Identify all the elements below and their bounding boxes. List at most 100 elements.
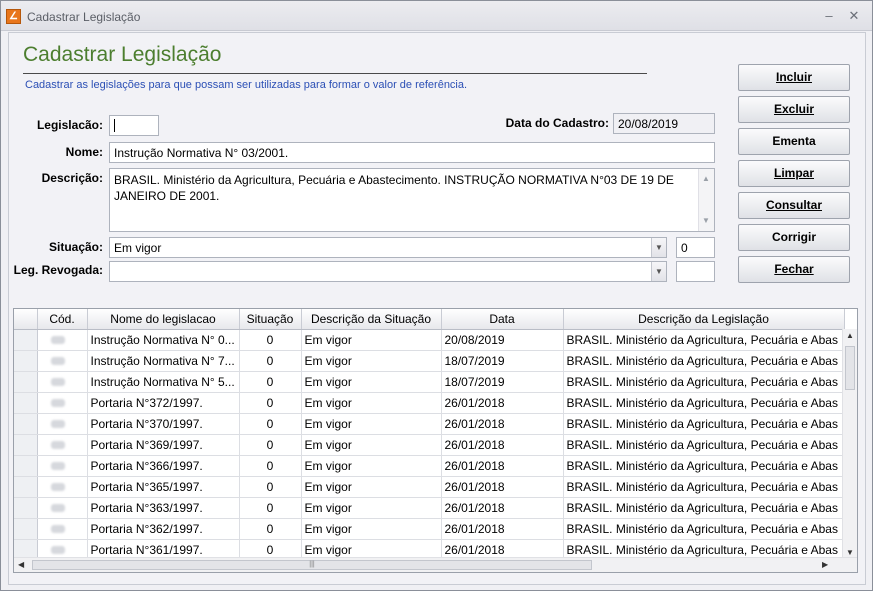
cell-nome: Portaria N°372/1997. — [87, 392, 240, 414]
table-row[interactable]: Portaria N°366/1997. 0 Em vigor 26/01/2018 B… — [14, 455, 845, 477]
nome-label: Nome: — [65, 145, 103, 159]
limpar-button[interactable]: Limpar — [738, 160, 850, 187]
cell-data: 26/01/2018 — [441, 392, 564, 414]
cell-situacao: 0 — [239, 413, 302, 435]
cell-descricao-situacao: Em vigor — [301, 518, 442, 540]
leg-revogada-select[interactable]: ▼ — [109, 261, 667, 282]
cell-descricao-situacao: Em vigor — [301, 476, 442, 498]
incluir-button[interactable]: Incluir — [738, 64, 850, 91]
cell-nome: Portaria N°369/1997. — [87, 434, 240, 456]
fechar-button[interactable]: Fechar — [738, 256, 850, 283]
table-row[interactable]: Portaria N°362/1997. 0 Em vigor 26/01/2018 B… — [14, 518, 845, 540]
table-row[interactable]: Portaria N°370/1997. 0 Em vigor 26/01/2018 B… — [14, 413, 845, 435]
cell-data: 20/08/2019 — [441, 329, 564, 351]
cell-nome: Instrução Normativa N° 5... — [87, 371, 240, 393]
obscured-code — [50, 356, 65, 365]
situacao-select[interactable]: Em vigor ▼ — [109, 237, 667, 258]
row-selector[interactable] — [14, 434, 38, 456]
cell-nome: Portaria N°370/1997. — [87, 413, 240, 435]
consultar-button[interactable]: Consultar — [738, 192, 850, 219]
grid-vertical-scrollbar[interactable]: ▲ ▼ — [842, 329, 857, 559]
cell-descricao-legislacao: BRASIL. Ministério da Agricultura, Pecuá… — [563, 497, 845, 519]
close-button[interactable]: ✕ — [844, 7, 864, 25]
cell-situacao: 0 — [239, 329, 302, 351]
minimize-button[interactable]: – — [819, 7, 839, 25]
cell-descricao-legislacao: BRASIL. Ministério da Agricultura, Pecuá… — [563, 413, 845, 435]
scroll-down-icon[interactable]: ▼ — [846, 548, 854, 557]
excluir-button[interactable]: Excluir — [738, 96, 850, 123]
column-header-data[interactable]: Data — [441, 309, 564, 330]
row-selector[interactable] — [14, 329, 38, 351]
leg-revogada-label: Leg. Revogada: — [13, 263, 103, 277]
cell-situacao: 0 — [239, 392, 302, 414]
table-row[interactable]: Portaria N°369/1997. 0 Em vigor 26/01/2018 B… — [14, 434, 845, 456]
row-selector[interactable] — [14, 476, 38, 498]
cell-data: 26/01/2018 — [441, 413, 564, 435]
scrollbar-thumb[interactable]: ||| — [32, 560, 592, 570]
column-header-cod[interactable]: Cód. — [37, 309, 88, 330]
scroll-up-icon[interactable]: ▲ — [846, 331, 854, 340]
legislacao-input[interactable] — [109, 115, 159, 136]
chevron-down-icon[interactable]: ▼ — [651, 238, 666, 257]
cell-data: 26/01/2018 — [441, 434, 564, 456]
grid-header-row: Cód. Nome do legislacao Situação Descriç… — [14, 309, 845, 330]
column-header-descricao-legislacao[interactable]: Descrição da Legislação — [563, 309, 845, 330]
cell-data: 26/01/2018 — [441, 476, 564, 498]
cell-descricao-legislacao: BRASIL. Ministério da Agricultura, Pecuá… — [563, 329, 845, 351]
row-selector[interactable] — [14, 518, 38, 540]
descricao-textarea[interactable]: BRASIL. Ministério da Agricultura, Pecuá… — [109, 168, 715, 232]
cell-descricao-legislacao: BRASIL. Ministério da Agricultura, Pecuá… — [563, 371, 845, 393]
leg-revogada-code-field[interactable] — [676, 261, 715, 282]
cell-cod — [37, 497, 88, 519]
obscured-code — [50, 398, 65, 407]
table-row[interactable]: Instrução Normativa N° 0... 0 Em vigor 20/0… — [14, 329, 845, 351]
cell-nome: Instrução Normativa N° 0... — [87, 329, 240, 351]
cell-descricao-legislacao: BRASIL. Ministério da Agricultura, Pecuá… — [563, 434, 845, 456]
row-selector[interactable] — [14, 392, 38, 414]
table-row[interactable]: Instrução Normativa N° 7... 0 Em vigor 18/0… — [14, 350, 845, 372]
column-header-situacao[interactable]: Situação — [239, 309, 302, 330]
table-row[interactable]: Portaria N°372/1997. 0 Em vigor 26/01/2018 B… — [14, 392, 845, 414]
cell-situacao: 0 — [239, 434, 302, 456]
window-title: Cadastrar Legislação — [27, 10, 141, 24]
row-selector[interactable] — [14, 413, 38, 435]
obscured-code — [50, 440, 65, 449]
row-selector[interactable] — [14, 497, 38, 519]
scroll-up-icon[interactable]: ▲ — [702, 171, 710, 187]
table-row[interactable]: Instrução Normativa N° 5... 0 Em vigor 18/0… — [14, 371, 845, 393]
obscured-code — [50, 482, 65, 491]
cell-descricao-legislacao: BRASIL. Ministério da Agricultura, Pecuá… — [563, 476, 845, 498]
cell-cod — [37, 371, 88, 393]
scroll-right-icon[interactable]: ▶ — [822, 560, 828, 569]
legislacao-label: Legislacão: — [36, 118, 103, 132]
table-row[interactable]: Portaria N°363/1997. 0 Em vigor 26/01/2018 B… — [14, 497, 845, 519]
data-cadastro-field: 20/08/2019 — [613, 113, 715, 134]
obscured-code — [50, 461, 65, 470]
nome-input[interactable]: Instrução Normativa N° 03/2001. — [109, 142, 715, 163]
table-row[interactable]: Portaria N°365/1997. 0 Em vigor 26/01/2018 B… — [14, 476, 845, 498]
corrigir-button[interactable]: Corrigir — [738, 224, 850, 251]
scroll-left-icon[interactable]: ◀ — [18, 560, 24, 569]
cell-descricao-situacao: Em vigor — [301, 392, 442, 414]
obscured-code — [50, 335, 65, 344]
grid-horizontal-scrollbar[interactable]: ◀ ||| ▶ — [14, 557, 857, 572]
scrollbar-thumb[interactable] — [845, 346, 855, 390]
cell-descricao-legislacao: BRASIL. Ministério da Agricultura, Pecuá… — [563, 455, 845, 477]
scroll-down-icon[interactable]: ▼ — [702, 213, 710, 229]
column-header-nome[interactable]: Nome do legislacao — [87, 309, 240, 330]
situacao-label: Situação: — [48, 240, 103, 254]
column-header-descricao-situacao[interactable]: Descrição da Situação — [301, 309, 442, 330]
main-window: ∠ Cadastrar Legislação – ✕ Cadastrar Leg… — [0, 0, 873, 591]
chevron-down-icon[interactable]: ▼ — [651, 262, 666, 281]
row-selector[interactable] — [14, 371, 38, 393]
situacao-code-field[interactable]: 0 — [676, 237, 715, 258]
descricao-label: Descrição: — [41, 171, 103, 185]
descricao-scrollbar[interactable]: ▲ ▼ — [698, 169, 714, 231]
cell-situacao: 0 — [239, 518, 302, 540]
row-selector[interactable] — [14, 350, 38, 372]
cell-descricao-situacao: Em vigor — [301, 350, 442, 372]
ementa-button[interactable]: Ementa — [738, 128, 850, 155]
row-selector[interactable] — [14, 455, 38, 477]
cell-descricao-legislacao: BRASIL. Ministério da Agricultura, Pecuá… — [563, 350, 845, 372]
column-header-selector — [14, 309, 38, 330]
